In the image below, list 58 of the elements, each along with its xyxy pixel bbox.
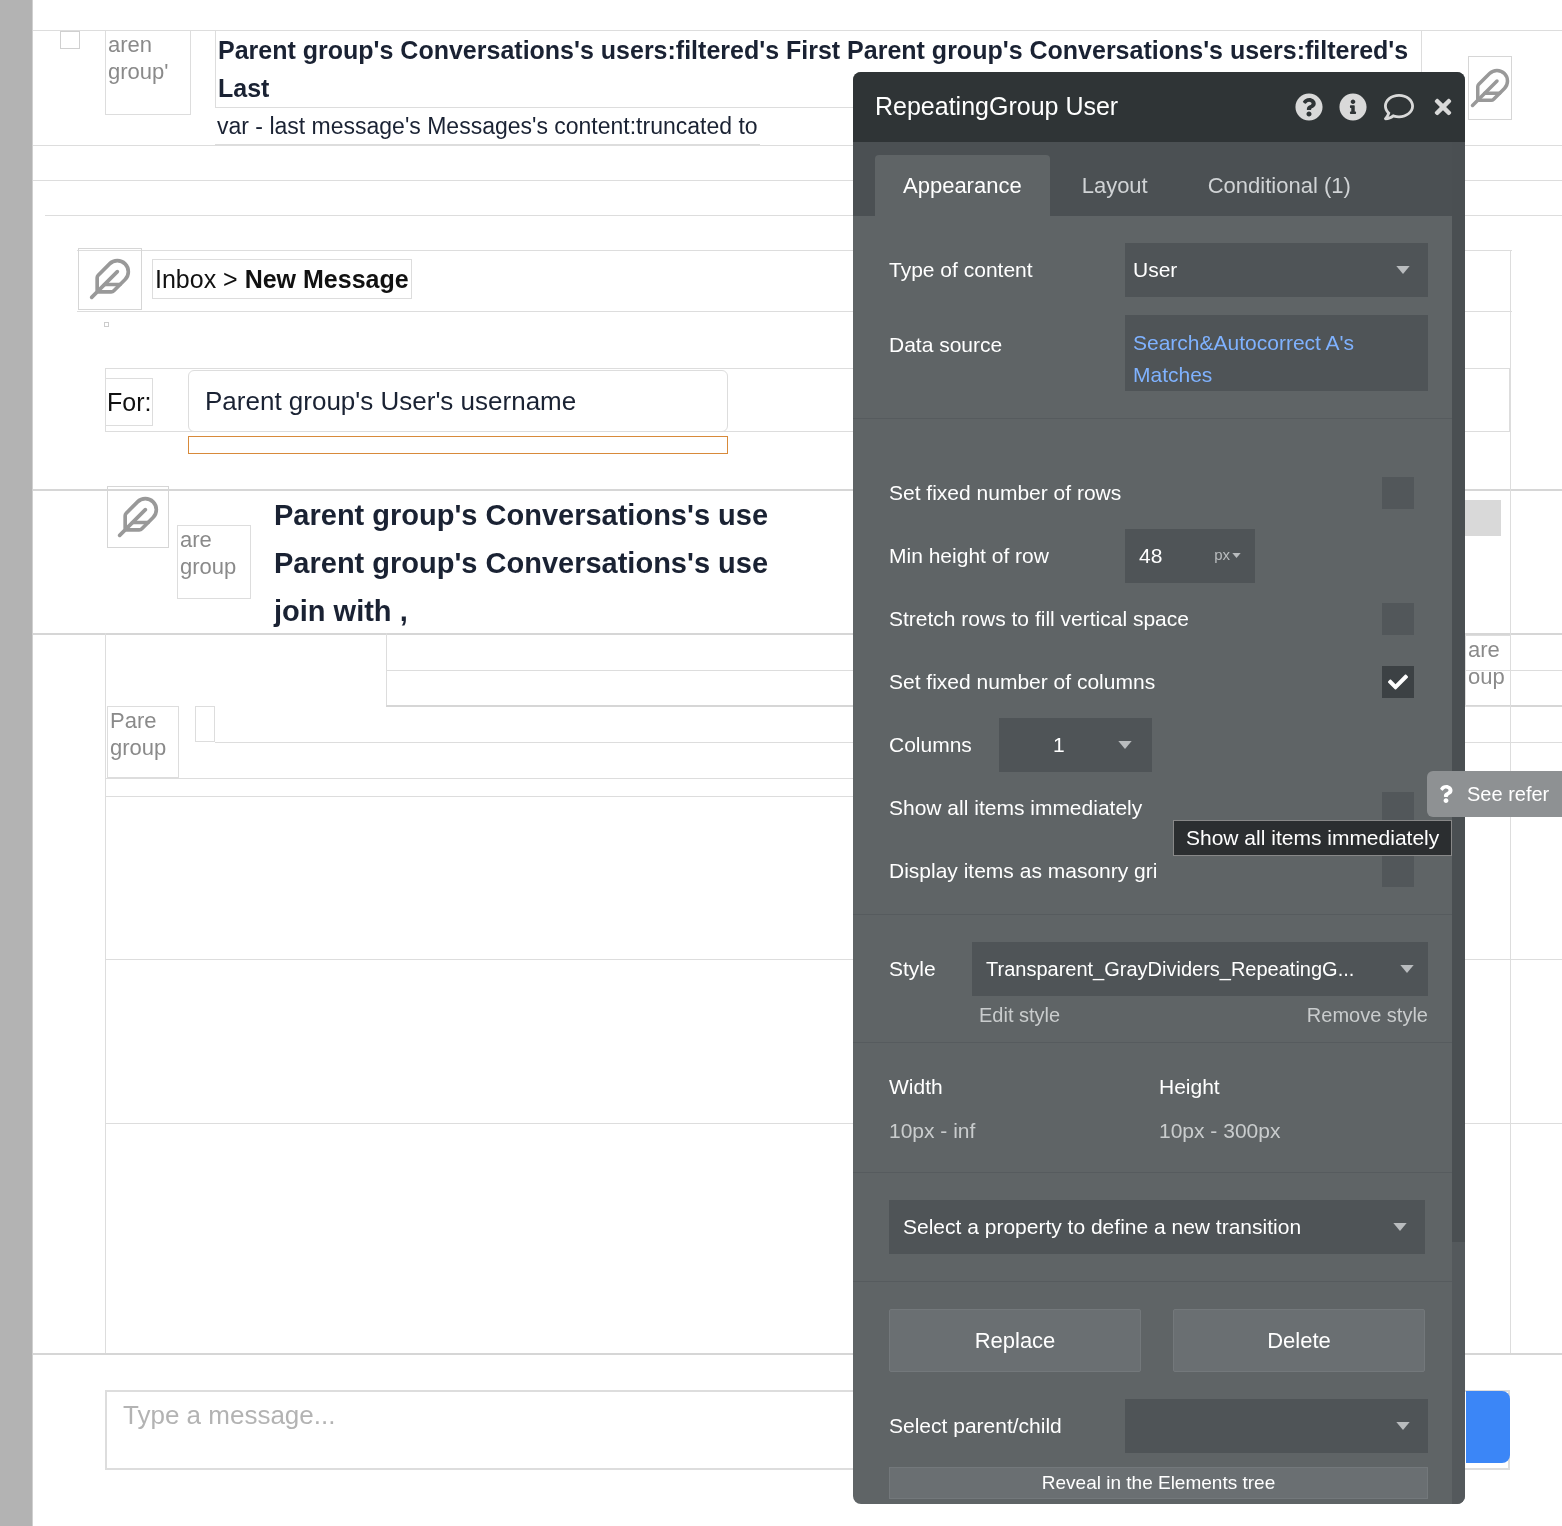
- setting-label: Set fixed number of rows: [889, 479, 1122, 506]
- caret-icon: [1396, 266, 1410, 274]
- caret-icon: [1118, 740, 1132, 749]
- help-icon[interactable]: [1295, 93, 1323, 121]
- size-value: 10px - 300px: [1159, 1117, 1282, 1144]
- panel-button[interactable]: Delete: [1173, 1309, 1425, 1372]
- setting-label: Select parent/child: [889, 1413, 1063, 1440]
- recipient-field[interactable]: Parent group's User's username: [188, 370, 728, 432]
- size-label: Width: [889, 1074, 944, 1100]
- caret-icon: [1393, 1223, 1407, 1231]
- setting-label: Style: [889, 956, 937, 983]
- reveal-button[interactable]: Reveal in the Elements tree: [889, 1467, 1428, 1499]
- type-dropdown[interactable]: User: [1125, 243, 1428, 297]
- setting-label: Stretch rows to fill vertical space: [889, 605, 1189, 632]
- setting-label: Data source: [889, 332, 1004, 358]
- scrollbar[interactable]: [1452, 142, 1465, 1242]
- heading-line: join with ,: [274, 594, 409, 629]
- size-value: 10px - inf: [889, 1117, 977, 1144]
- setting-label: Set fixed number of columns: [889, 668, 1156, 695]
- tab[interactable]: Layout: [1053, 155, 1176, 216]
- for-label: For:: [105, 378, 154, 426]
- edit-style-link[interactable]: Edit style: [979, 1000, 1061, 1030]
- heading-line: Parent group's Conversations's use: [274, 546, 769, 581]
- columns-dropdown[interactable]: 1: [999, 717, 1152, 772]
- checkbox[interactable]: [60, 31, 80, 49]
- alt-text: are group: [180, 526, 238, 580]
- setting-label: Type of content: [889, 257, 1034, 284]
- remove-style-link[interactable]: Remove style: [1306, 1000, 1428, 1030]
- caret-icon: [1232, 553, 1241, 558]
- setting-label: Show all items immediately: [889, 794, 1143, 821]
- comment-icon[interactable]: [1383, 92, 1415, 122]
- heading-line: Parent group's Conversations's use: [274, 498, 769, 533]
- caret-icon: [1400, 965, 1414, 973]
- tab[interactable]: Appearance: [875, 155, 1050, 216]
- breadcrumb: Inbox > New Message: [152, 259, 412, 299]
- setting-label: Display items as masonry gri: [889, 857, 1158, 884]
- feather-icon: [1468, 56, 1512, 120]
- alt-text: aren group': [108, 31, 170, 85]
- checkbox[interactable]: [1382, 854, 1414, 887]
- setting-label: Columns: [889, 732, 972, 756]
- caret-icon: [1396, 1422, 1410, 1430]
- setting-label: Min height of row: [889, 543, 1049, 567]
- transition-dropdown[interactable]: Select a property to define a new transition: [889, 1200, 1425, 1254]
- number-field[interactable]: 48 px: [1125, 528, 1255, 583]
- checkbox[interactable]: [1382, 665, 1414, 698]
- alt-text: Pare group: [110, 707, 168, 761]
- message-preview: var - last message's Messages's content:truncated to: [215, 108, 760, 145]
- help-icon: [1439, 785, 1453, 803]
- element-outline: [195, 706, 215, 742]
- style-dropdown[interactable]: Transparent_GrayDividers_RepeatingG...: [972, 942, 1428, 996]
- alt-text: are oup: [1468, 636, 1506, 690]
- reference-button[interactable]: See refer: [1427, 771, 1562, 817]
- tooltip: Show all items immediately: [1173, 820, 1453, 856]
- placeholder-block: [1465, 500, 1501, 536]
- panel-button[interactable]: Replace: [889, 1309, 1141, 1372]
- info-icon[interactable]: [1339, 93, 1367, 121]
- size-label: Height: [1159, 1074, 1221, 1100]
- tab[interactable]: Conditional (1): [1179, 155, 1379, 216]
